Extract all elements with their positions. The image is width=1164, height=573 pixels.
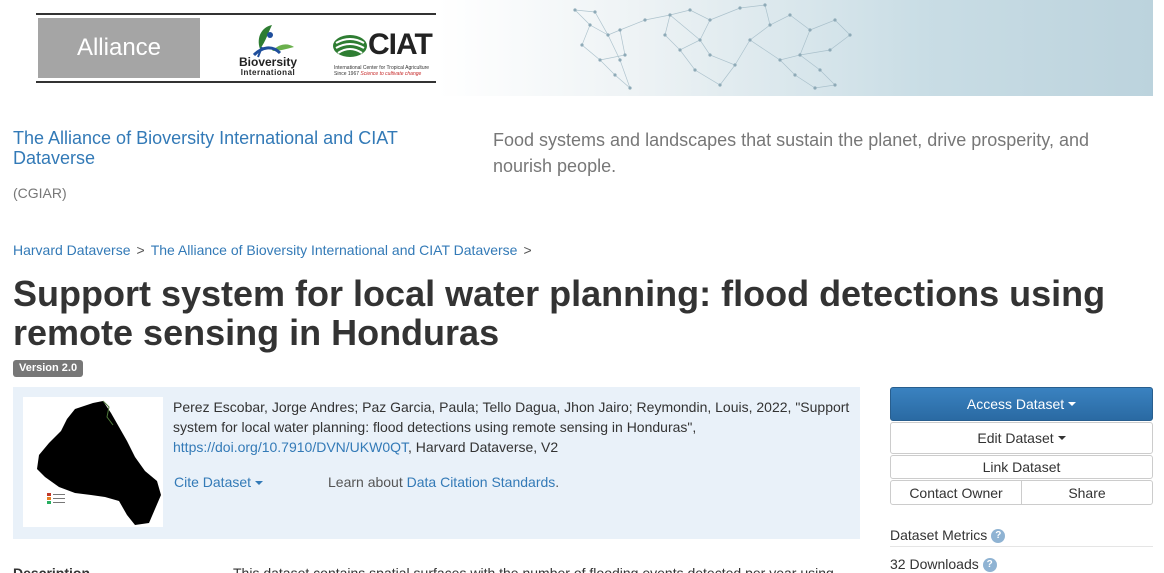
link-dataset-label: Link Dataset	[982, 459, 1061, 475]
ciat-slogan-prefix: Since 1967	[334, 71, 360, 77]
learn-prefix: Learn about	[328, 474, 407, 490]
edit-dataset-button[interactable]: Edit Dataset	[890, 422, 1153, 454]
contact-owner-button[interactable]: Contact Owner	[890, 480, 1022, 505]
dataset-metrics-label: Dataset Metrics?	[890, 527, 1006, 544]
citation-box: Perez Escobar, Jorge Andres; Paz Garcia,…	[13, 387, 860, 539]
dataset-metrics-text: Dataset Metrics	[890, 527, 988, 543]
world-network-map-graphic	[573, 3, 852, 90]
legend-line	[53, 498, 65, 499]
dataverse-tagline: Food systems and landscapes that sustain…	[493, 130, 1090, 176]
cite-dataset-label: Cite Dataset	[174, 474, 252, 490]
access-dataset-button[interactable]: Access Dataset	[890, 387, 1153, 421]
data-citation-standards-link[interactable]: Data Citation Standards	[407, 474, 556, 490]
citation-body: Perez Escobar, Jorge Andres; Paz Garcia,…	[173, 399, 850, 435]
caret-down-icon	[255, 481, 264, 486]
bioversity-sub: International	[240, 68, 296, 77]
doi-link[interactable]: https://doi.org/10.7910/DVN/UKW0QT	[173, 439, 408, 455]
learn-suffix: .	[555, 474, 560, 490]
help-icon[interactable]: ?	[982, 558, 997, 573]
contact-owner-label: Contact Owner	[909, 484, 1003, 501]
partner-logos[interactable]: Alliance Bioversity International CIAT I…	[36, 13, 436, 83]
breadcrumb-harvard-dataverse[interactable]: Harvard Dataverse	[13, 242, 131, 258]
legend-swatch	[47, 501, 51, 504]
ciat-slogan-text: Science to cultivate change	[360, 71, 422, 77]
citation-text: Perez Escobar, Jorge Andres; Paz Garcia,…	[173, 397, 853, 457]
breadcrumb: Harvard Dataverse > The Alliance of Biover…	[13, 242, 538, 258]
metrics-divider	[890, 546, 1153, 547]
citation-suffix: , Harvard Dataverse, V2	[408, 439, 559, 455]
description-text: This dataset contains spatial surfaces w…	[233, 565, 834, 573]
edit-dataset-label: Edit Dataset	[977, 430, 1054, 446]
dataset-title: Support system for local water planning:…	[13, 273, 1106, 353]
version-badge: Version 2.0	[13, 360, 84, 377]
learn-about-citation: Learn about Data Citation Standards.	[328, 474, 559, 490]
alliance-logo: Alliance	[38, 18, 200, 78]
header-banner: Alliance Bioversity International CIAT I…	[0, 0, 1153, 96]
legend-line	[53, 502, 65, 503]
dataverse-title-link[interactable]: The Alliance of Bioversity International…	[13, 128, 433, 168]
legend-swatch	[47, 493, 51, 496]
downloads-count: 32 Downloads?	[890, 556, 997, 573]
downloads-text: 32 Downloads	[890, 556, 979, 572]
breadcrumb-separator: >	[136, 242, 145, 258]
breadcrumb-alliance-dataverse[interactable]: The Alliance of Bioversity International…	[151, 242, 518, 258]
cite-dataset-button[interactable]: Cite Dataset	[174, 474, 264, 490]
alliance-logo-text: Alliance	[76, 34, 162, 61]
link-dataset-button[interactable]: Link Dataset	[890, 455, 1153, 479]
ciat-slogan: Since 1967 Science to cultivate change	[334, 71, 421, 77]
description-label: Description	[13, 565, 91, 573]
caret-down-icon	[1068, 402, 1077, 406]
legend-swatch	[47, 497, 51, 500]
dataverse-affiliation: (CGIAR)	[13, 185, 67, 201]
ciat-wordmark: CIAT	[368, 28, 433, 61]
legend-line	[53, 494, 65, 495]
caret-down-icon	[1057, 436, 1066, 440]
share-button[interactable]: Share	[1021, 480, 1153, 505]
breadcrumb-separator: >	[523, 242, 532, 258]
share-label: Share	[1068, 484, 1106, 501]
dataset-thumbnail[interactable]	[23, 397, 163, 527]
help-icon[interactable]: ?	[991, 529, 1006, 544]
access-dataset-label: Access Dataset	[966, 396, 1065, 412]
bioversity-name: Bioversity	[238, 55, 298, 69]
ciat-leaf-icon	[333, 35, 367, 57]
honduras-flood-map-thumbnail	[37, 400, 161, 525]
